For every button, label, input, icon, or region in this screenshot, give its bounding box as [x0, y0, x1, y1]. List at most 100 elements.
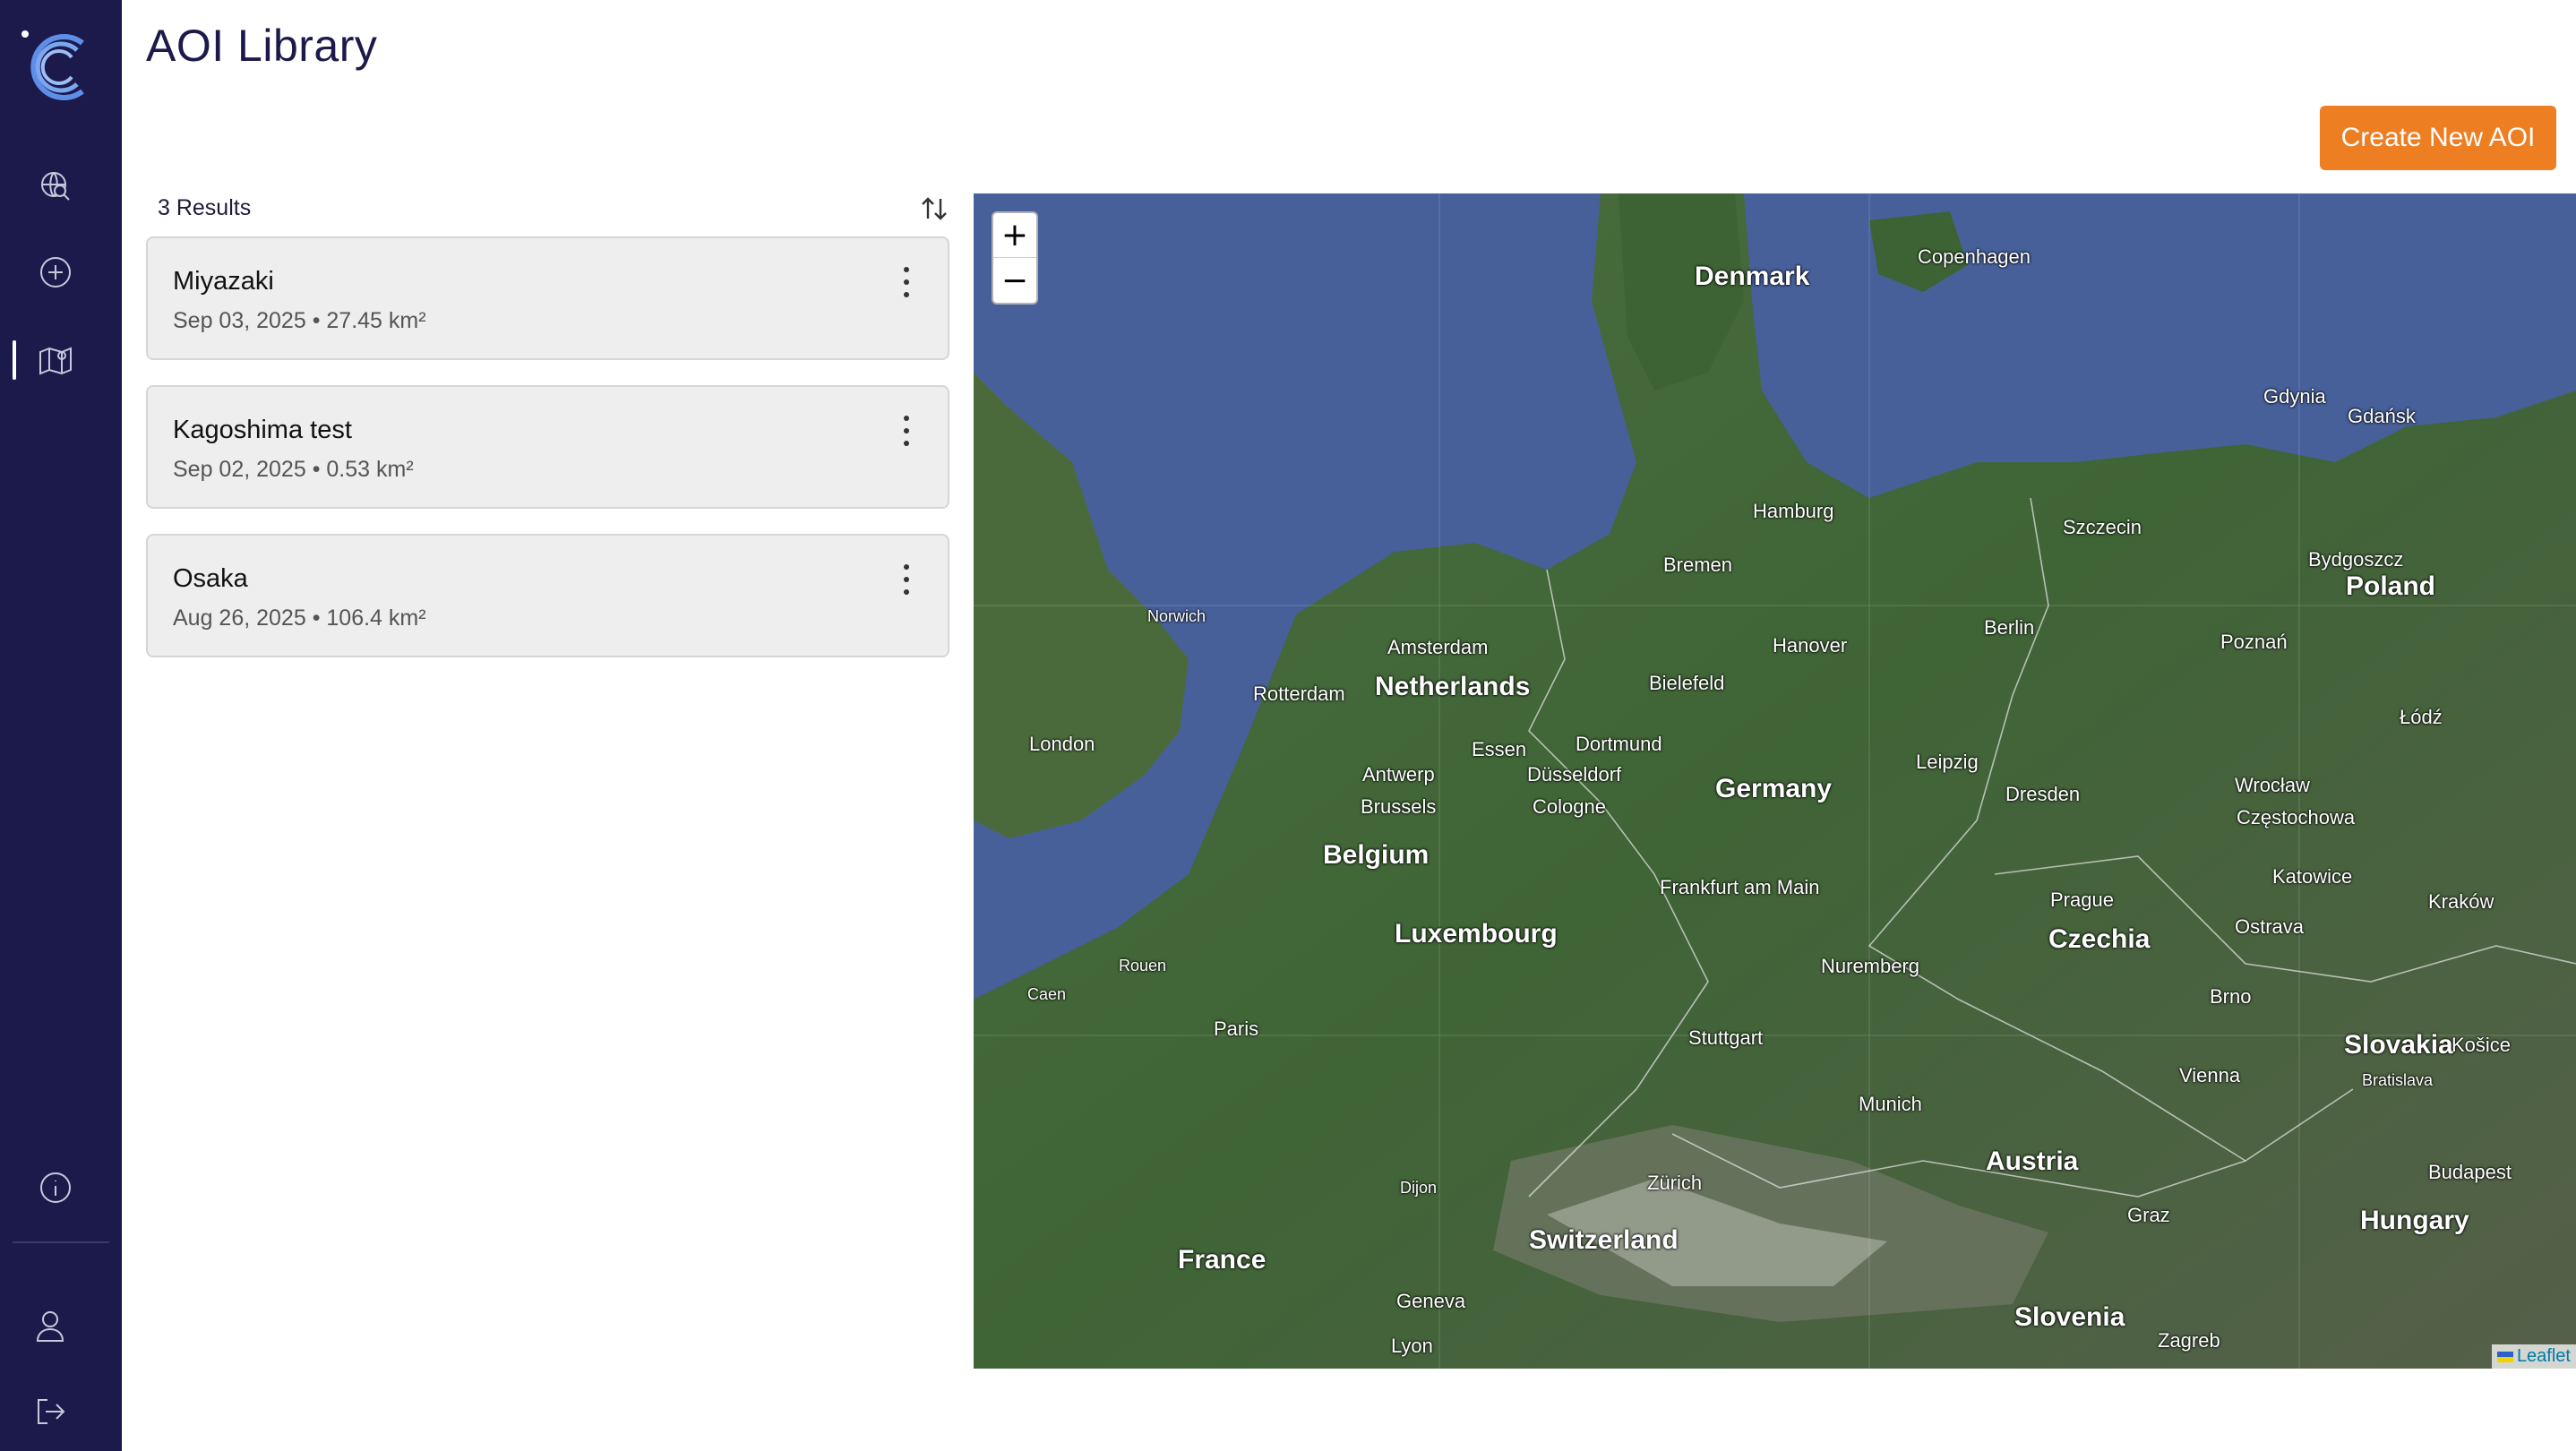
- aoi-name: Miyazaki: [173, 267, 274, 296]
- map-zoom-control: + −: [992, 211, 1038, 305]
- map-label-country: Slovenia: [2014, 1302, 2125, 1332]
- map-label-city: Nuremberg: [1821, 955, 1920, 977]
- map-label-country: Germany: [1715, 774, 1833, 803]
- map-label-city: Essen: [1472, 738, 1527, 760]
- map-label-city: Cologne: [1533, 795, 1606, 818]
- map-label-city: Bydgoszcz: [2308, 548, 2404, 571]
- app-logo-icon[interactable]: [20, 27, 97, 107]
- map-label-city: Dijon: [1400, 1179, 1438, 1197]
- more-options-icon[interactable]: [897, 416, 915, 446]
- map-label-city: Munich: [1859, 1093, 1922, 1115]
- map-label-country: Luxembourg: [1395, 919, 1558, 949]
- attribution-link[interactable]: Leaflet: [2517, 1346, 2571, 1366]
- sort-icon[interactable]: [919, 193, 949, 224]
- map-pin-icon: [39, 347, 72, 375]
- map-label-city: Dresden: [2005, 783, 2081, 805]
- plus-circle-icon: [40, 257, 71, 288]
- map-label-country: Switzerland: [1529, 1225, 1679, 1255]
- map-label-city: Częstochowa: [2237, 806, 2356, 829]
- map-label-country: Belgium: [1323, 840, 1430, 870]
- active-nav-indicator: [13, 340, 16, 380]
- logout-icon: [38, 1399, 65, 1424]
- results-count: 3 Results: [158, 195, 252, 220]
- map-label-city: Dortmund: [1576, 733, 1662, 755]
- map-label-city: Katowice: [2272, 865, 2353, 888]
- map-label-city: Bielefeld: [1649, 672, 1725, 694]
- account-nav-button[interactable]: [21, 1297, 79, 1354]
- map-label-city: Budapest: [2428, 1161, 2512, 1183]
- map-label-city: Graz: [2127, 1204, 2170, 1226]
- zoom-in-button[interactable]: +: [993, 213, 1036, 258]
- map-label-city: London: [1029, 733, 1095, 755]
- user-icon: [36, 1311, 64, 1342]
- map-label-city: Vienna: [2179, 1064, 2241, 1086]
- map-label-city: Rouen: [1119, 957, 1167, 974]
- map-label-city: Antwerp: [1362, 763, 1435, 786]
- map-label-city: Norwich: [1147, 607, 1206, 625]
- map-label-city: Zürich: [1647, 1172, 1703, 1194]
- map-label-city: Berlin: [1984, 616, 2035, 639]
- map-label-city: Zagreb: [2158, 1329, 2220, 1352]
- map-label-country: Poland: [2346, 571, 2436, 601]
- aoi-card[interactable]: Osaka Aug 26, 2025 • 106.4 km²: [146, 534, 949, 657]
- map-label-country: Denmark: [1695, 262, 1810, 291]
- aoi-name: Osaka: [173, 564, 248, 593]
- more-options-icon[interactable]: [897, 267, 915, 297]
- map-label-city: Wrocław: [2235, 774, 2310, 796]
- sidebar: [0, 0, 122, 1451]
- map-label-city: Rotterdam: [1253, 683, 1345, 705]
- globe-search-icon: [41, 172, 70, 201]
- nav-divider: [13, 1241, 109, 1243]
- map-label-city: Bratislava: [2362, 1071, 2434, 1089]
- map-label-country: Czechia: [2048, 924, 2151, 954]
- map-label-city: Düsseldorf: [1527, 763, 1622, 786]
- map-label-country: Hungary: [2360, 1206, 2469, 1235]
- map-label-city: Brno: [2210, 985, 2252, 1008]
- map-label-city: Amsterdam: [1387, 636, 1489, 658]
- map-label-city: Leipzig: [1916, 751, 1979, 773]
- map-label-city: Lyon: [1391, 1335, 1433, 1357]
- map-label-city: Kraków: [2428, 890, 2494, 913]
- more-options-icon[interactable]: [897, 564, 915, 595]
- aoi-name: Kagoshima test: [173, 416, 352, 444]
- map-label-city: Ostrava: [2235, 915, 2305, 938]
- map-label-city: Gdańsk: [2348, 405, 2416, 427]
- logout-nav-button[interactable]: [21, 1383, 79, 1440]
- explore-nav-button[interactable]: [27, 158, 84, 215]
- aoi-card[interactable]: Kagoshima test Sep 02, 2025 • 0.53 km²: [146, 385, 949, 509]
- aoi-meta: Aug 26, 2025 • 106.4 km²: [173, 605, 426, 631]
- info-icon: [40, 1172, 71, 1203]
- map-label-city: Hanover: [1773, 634, 1848, 657]
- aoi-library-nav-button[interactable]: [27, 331, 84, 389]
- map-label-city: Brussels: [1361, 795, 1437, 818]
- create-new-aoi-button[interactable]: Create New AOI: [2320, 106, 2556, 170]
- map-label-city: Stuttgart: [1688, 1026, 1764, 1049]
- map-label-city: Paris: [1214, 1017, 1259, 1040]
- map-label-city: Copenhagen: [1918, 245, 2031, 268]
- add-nav-button[interactable]: [27, 244, 84, 301]
- aoi-meta: Sep 02, 2025 • 0.53 km²: [173, 457, 414, 482]
- map-label-city: Bremen: [1663, 554, 1733, 576]
- flag-icon: [2496, 1351, 2513, 1362]
- map-label-city: Gdynia: [2263, 385, 2326, 408]
- map-view[interactable]: Denmark Netherlands Belgium Luxembourg G…: [974, 193, 2576, 1369]
- aoi-card[interactable]: Miyazaki Sep 03, 2025 • 27.45 km²: [146, 236, 949, 360]
- map-label-city: Poznań: [2220, 631, 2288, 653]
- map-label-city: Szczecin: [2063, 516, 2142, 538]
- map-label-country: Netherlands: [1375, 672, 1531, 701]
- map-label-city: Caen: [1027, 985, 1067, 1003]
- map-label-city: Prague: [2050, 889, 2114, 911]
- map-label-country: Slovakia: [2344, 1030, 2453, 1060]
- map-attribution[interactable]: Leaflet: [2491, 1344, 2576, 1369]
- aoi-meta: Sep 03, 2025 • 27.45 km²: [173, 308, 426, 333]
- map-label-city: Łódź: [2400, 706, 2443, 728]
- zoom-out-button[interactable]: −: [993, 258, 1036, 303]
- map-label-city: Frankfurt am Main: [1660, 876, 1820, 898]
- map-label-city: Geneva: [1396, 1290, 1466, 1312]
- page-title: AOI Library: [146, 21, 378, 71]
- map-label-country: France: [1178, 1245, 1267, 1275]
- map-label-country: Austria: [1986, 1146, 2079, 1176]
- info-nav-button[interactable]: [27, 1159, 84, 1216]
- map-label-city: Hamburg: [1753, 500, 1834, 522]
- map-label-city: Košice: [2451, 1034, 2512, 1056]
